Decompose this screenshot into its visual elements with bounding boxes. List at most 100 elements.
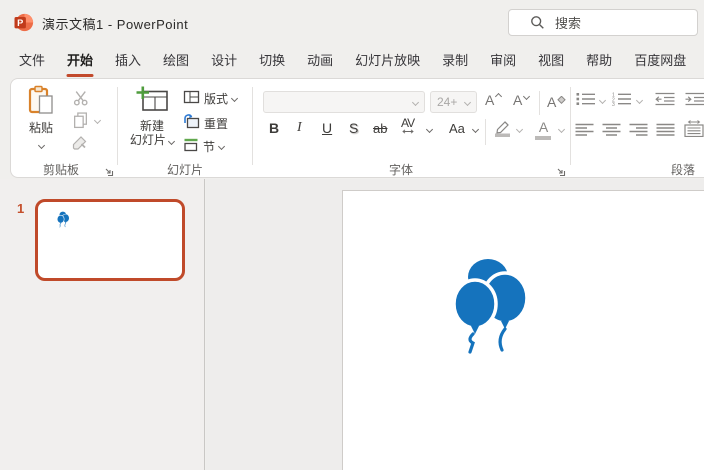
align-right-button[interactable] [629,123,648,142]
layout-button[interactable]: 版式 [183,90,239,107]
change-case-letters: Aa [449,121,465,136]
group-divider [117,87,118,165]
columns-icon [684,120,704,141]
slides-group-label: 幻灯片 [166,163,203,177]
spacing-arrows-icon [401,129,414,134]
columns-button[interactable] [684,120,704,142]
balloons-graphic[interactable] [453,257,531,355]
paste-clipboard-icon [28,85,54,120]
title-bar: P 演示文稿1 - PowerPoint 搜索 [0,0,704,45]
ribbon-tab-bar: 文件 开始 插入 绘图 设计 切换 动画 幻灯片放映 录制 审阅 视图 帮助 百… [8,45,697,78]
svg-text:3: 3 [612,102,615,106]
font-size-value: 24+ [437,95,458,109]
paste-label: 粘贴 [28,121,53,135]
grow-font-button[interactable]: A [485,92,503,108]
search-box[interactable]: 搜索 [508,9,698,36]
slide-editor-area[interactable] [206,179,704,470]
cut-button[interactable] [73,90,89,111]
highlight-color-button[interactable] [493,119,512,142]
section-chevron-icon [217,142,226,151]
shrink-font-letter: A [513,92,523,108]
reset-button[interactable]: 重置 [183,114,228,132]
paste-button[interactable]: 粘贴 [17,85,65,153]
align-center-button[interactable] [602,123,621,142]
search-placeholder-text: 搜索 [555,16,582,31]
eraser-icon [557,92,567,108]
slide-canvas[interactable] [342,190,704,470]
font-color-bar-icon [535,136,551,140]
new-slide-label-line1: 新建 [139,119,164,133]
font-size-combo[interactable]: 24+ [430,91,477,113]
new-slide-label-line2: 幻灯片 [123,133,181,147]
italic-button[interactable]: I [297,120,302,136]
slide-thumbnail-panel[interactable]: 1 [0,179,205,470]
tab-home[interactable]: 开始 [56,45,104,78]
tab-help[interactable]: 帮助 [575,45,623,78]
justify-button[interactable] [656,123,675,142]
tab-design[interactable]: 设计 [200,45,248,78]
increase-indent-icon [685,92,704,110]
copy-chevron-icon[interactable] [93,116,102,125]
copy-icon [73,112,88,133]
shrink-font-button[interactable]: A [513,92,531,108]
align-center-icon [602,123,621,141]
reset-icon [183,114,200,132]
character-spacing-button[interactable]: AV [401,116,415,134]
new-slide-button[interactable]: 新建 幻灯片 [123,85,181,147]
highlight-chevron-icon[interactable] [515,125,524,134]
new-slide-chevron-icon [168,137,176,146]
small-divider [485,119,486,145]
section-button[interactable]: 节 [183,138,226,155]
shadow-letter: S [349,120,359,136]
ribbon: 粘贴 剪贴板 新建 幻灯片 版式 重置 节 幻灯片 24+ A A A B I … [10,78,704,178]
tab-draw[interactable]: 绘图 [152,45,200,78]
workspace: 1 [0,179,704,470]
tab-slide-show[interactable]: 幻灯片放映 [344,45,431,78]
bullets-button[interactable] [576,92,596,111]
powerpoint-logo-icon: P [13,12,34,33]
grow-font-letter: A [485,92,495,108]
tab-file[interactable]: 文件 [8,45,56,78]
align-left-button[interactable] [575,123,594,142]
tab-insert[interactable]: 插入 [104,45,152,78]
text-shadow-button[interactable]: S [349,120,358,136]
clear-formatting-button[interactable]: A [547,92,567,110]
spacing-chevron-icon[interactable] [425,125,434,134]
balloons-thumbnail-icon [57,211,70,228]
slide-thumbnail-selected[interactable] [35,199,185,281]
tab-record[interactable]: 录制 [431,45,479,78]
numbering-button[interactable]: 123 [612,92,632,111]
layout-icon [183,90,200,107]
cut-icon [73,91,89,110]
copy-button[interactable] [73,112,88,134]
font-name-chevron-icon [411,98,420,106]
bullets-icon [576,93,596,110]
tab-animations[interactable]: 动画 [296,45,344,78]
strikethrough-button[interactable]: ab [373,121,387,136]
font-color-button[interactable]: A [535,119,552,140]
layout-label: 版式 [204,92,229,106]
bullets-chevron-icon[interactable] [598,96,607,105]
clipboard-group-label: 剪贴板 [42,163,79,177]
tab-baidu-netdisk[interactable]: 百度网盘 [623,45,697,78]
font-color-chevron-icon[interactable] [557,125,566,134]
increase-indent-button[interactable] [685,92,704,111]
tab-review[interactable]: 审阅 [479,45,527,78]
slide-number: 1 [17,201,25,216]
decrease-indent-button[interactable] [655,92,675,111]
tab-view[interactable]: 视图 [527,45,575,78]
bold-button[interactable]: B [269,120,279,136]
change-case-chevron-icon[interactable] [471,125,480,134]
character-spacing-letters: AV [401,116,415,130]
underline-button[interactable]: U [322,120,332,136]
change-case-button[interactable]: Aa [449,121,465,136]
format-painter-button[interactable] [71,135,89,156]
numbering-chevron-icon[interactable] [635,96,644,105]
font-name-combo[interactable] [263,91,425,113]
section-icon [183,138,199,155]
clear-formatting-letter: A [547,94,557,110]
section-label: 节 [203,140,216,154]
small-divider [539,91,540,115]
tab-transitions[interactable]: 切换 [248,45,296,78]
highlight-pen-icon [493,121,512,141]
